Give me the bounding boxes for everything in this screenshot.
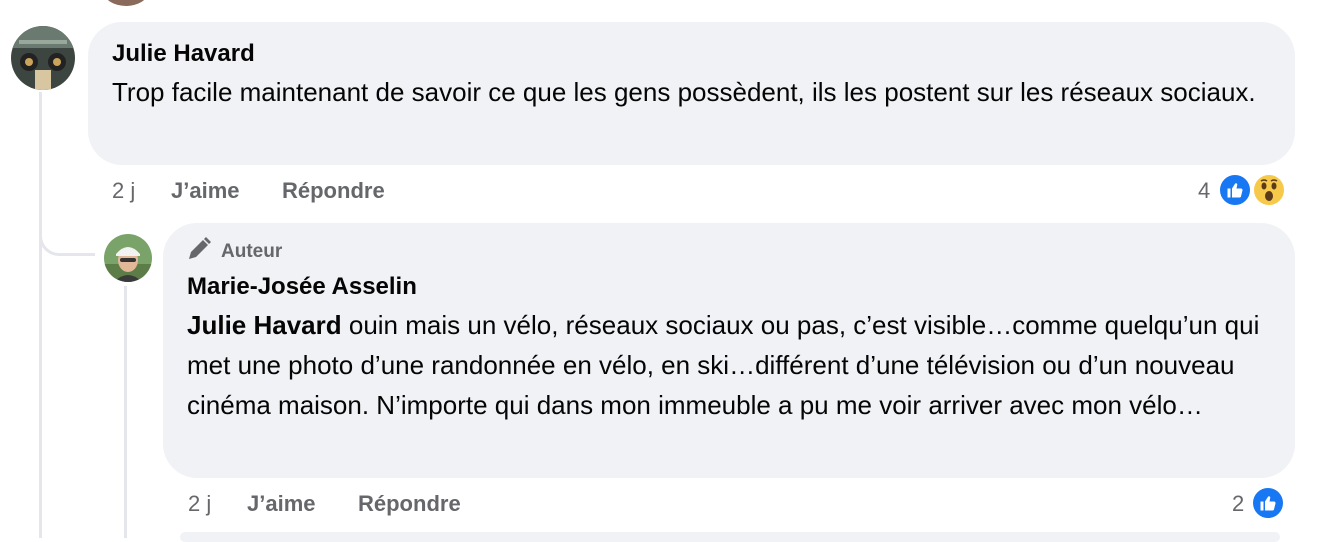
comment-text: Trop facile maintenant de savoir ce que …: [112, 77, 1256, 107]
author-badge-label: Auteur: [221, 241, 283, 262]
next-comment-bubble: [180, 532, 1280, 542]
reply-bubble: Auteur Marie-Josée Asselin Julie Havard …: [163, 223, 1295, 478]
reply-label: Répondre: [282, 178, 385, 203]
author-badge: Auteur: [187, 237, 282, 267]
reply-button[interactable]: Répondre: [282, 178, 385, 204]
reply-like-icon[interactable]: [1251, 486, 1285, 520]
reply-like-button[interactable]: J’aime: [247, 491, 316, 517]
reply-time[interactable]: 2 j: [188, 491, 211, 517]
mention-link[interactable]: Julie Havard: [187, 310, 342, 340]
thread-line: [39, 92, 42, 538]
avatar-marie-josee-asselin[interactable]: [104, 234, 152, 282]
reply-like-label: J’aime: [247, 491, 316, 516]
reply-author[interactable]: Marie-Josée Asselin: [187, 273, 417, 301]
comment-author[interactable]: Julie Havard: [112, 40, 255, 68]
reply-thread-line: [124, 286, 127, 538]
reply-reply-label: Répondre: [358, 491, 461, 516]
previous-avatar: [104, 0, 148, 6]
like-label: J’aime: [171, 178, 240, 203]
like-button[interactable]: J’aime: [171, 178, 240, 204]
thread-connector: [39, 208, 95, 256]
comment-time[interactable]: 2 j: [112, 178, 135, 204]
like-icon[interactable]: [1218, 173, 1252, 207]
pencil-icon: [187, 237, 213, 267]
wow-icon[interactable]: [1252, 173, 1286, 207]
reply-text-body: ouin mais un vélo, réseaux sociaux ou pa…: [187, 310, 1260, 420]
reply-reaction-count[interactable]: 2: [1232, 491, 1244, 517]
reply-reply-button[interactable]: Répondre: [358, 491, 461, 517]
reaction-count[interactable]: 4: [1198, 178, 1210, 204]
comment-bubble: Julie Havard Trop facile maintenant de s…: [88, 22, 1295, 165]
avatar-julie-havard[interactable]: [11, 26, 75, 90]
reply-text: Julie Havard ouin mais un vélo, réseaux …: [187, 305, 1267, 425]
